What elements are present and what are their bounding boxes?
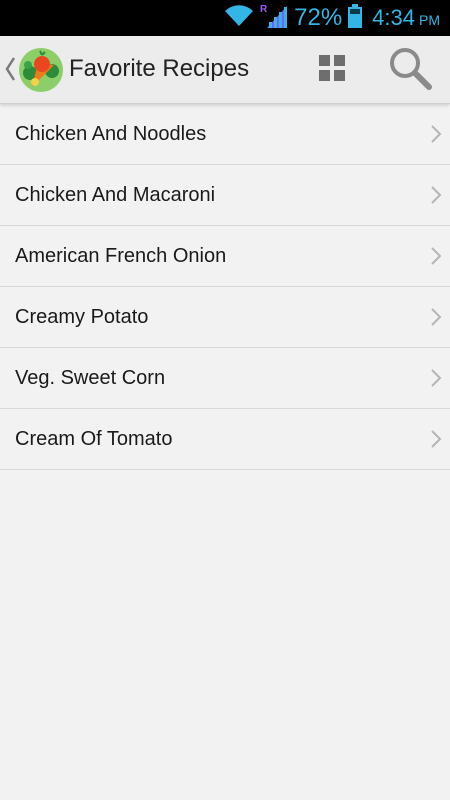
- list-item[interactable]: Chicken And Noodles: [0, 104, 450, 165]
- battery-percent: 72%: [294, 4, 343, 31]
- list-item[interactable]: Creamy Potato: [0, 287, 450, 348]
- search-icon: [387, 45, 433, 96]
- chevron-right-icon: [430, 368, 442, 388]
- chevron-right-icon: [430, 246, 442, 266]
- grid-view-icon: [319, 54, 345, 86]
- clock: 4:34 PM: [372, 5, 440, 31]
- vegetables-logo-icon[interactable]: [18, 47, 64, 93]
- recipe-label: Chicken And Noodles: [15, 122, 207, 145]
- battery-icon: [348, 3, 363, 33]
- signal-roaming-icon: R: [260, 3, 288, 34]
- action-bar: Favorite Recipes: [0, 36, 450, 104]
- recipe-label: Creamy Potato: [15, 305, 149, 328]
- chevron-right-icon: [430, 307, 442, 327]
- list-item[interactable]: American French Onion: [0, 226, 450, 287]
- chevron-left-icon[interactable]: [4, 56, 16, 87]
- list-item[interactable]: Veg. Sweet Corn: [0, 348, 450, 409]
- recipe-label: Chicken And Macaroni: [15, 183, 216, 206]
- recipe-label: Cream Of Tomato: [15, 427, 173, 450]
- recipe-label: Veg. Sweet Corn: [15, 366, 166, 389]
- chevron-right-icon: [430, 429, 442, 449]
- chevron-right-icon: [430, 185, 442, 205]
- recipe-label: American French Onion: [15, 244, 227, 267]
- roaming-indicator: R: [260, 4, 268, 15]
- recipe-list: Chicken And Noodles Chicken And Macaroni…: [0, 104, 450, 470]
- status-bar: R 72% 4:34 PM: [0, 0, 450, 36]
- clock-time: 4:34: [372, 5, 415, 30]
- list-item[interactable]: Chicken And Macaroni: [0, 165, 450, 226]
- grid-view-button[interactable]: [314, 52, 350, 88]
- list-item[interactable]: Cream Of Tomato: [0, 409, 450, 470]
- wifi-icon: [224, 4, 254, 32]
- chevron-right-icon: [430, 124, 442, 144]
- search-button[interactable]: [384, 44, 436, 96]
- page-title: Favorite Recipes: [69, 55, 250, 82]
- clock-ampm: PM: [419, 12, 440, 28]
